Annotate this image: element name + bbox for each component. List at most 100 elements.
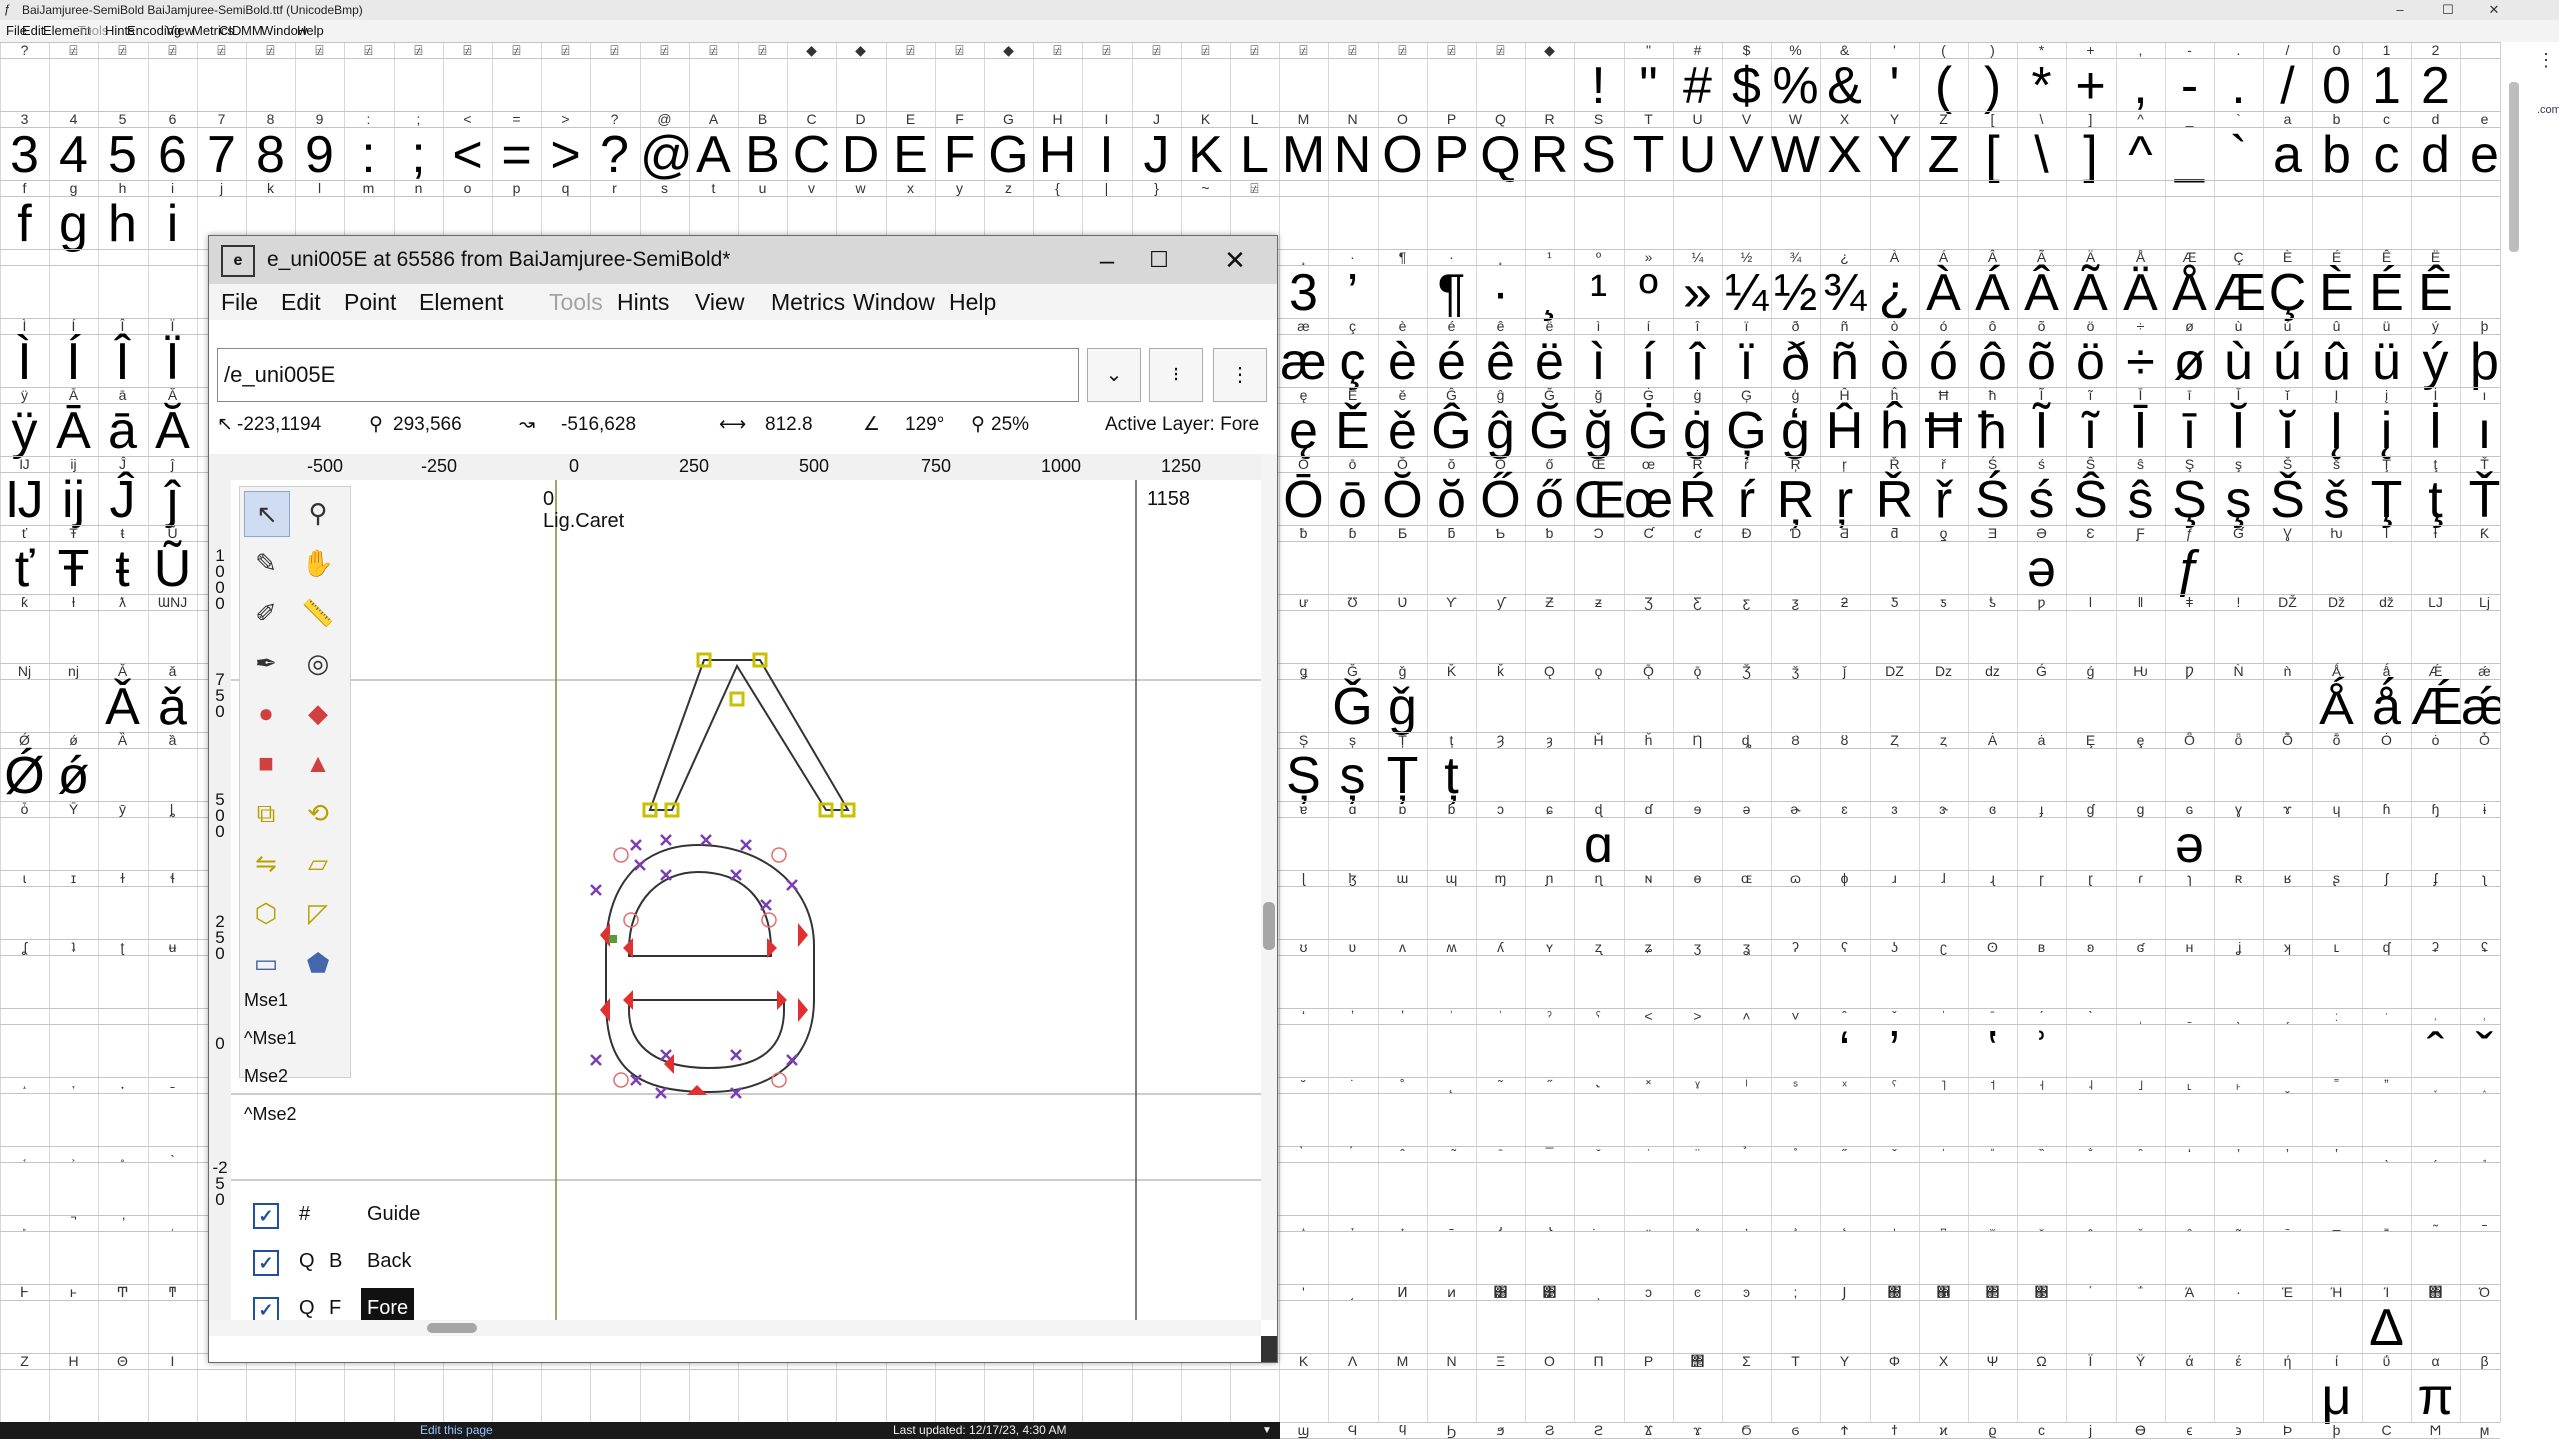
glyph-cell-label[interactable]: Ʋ bbox=[1378, 594, 1427, 610]
glyph-cell[interactable]: œ bbox=[1624, 470, 1673, 530]
glyph-cell-label[interactable]: ˝ bbox=[1525, 1077, 1574, 1093]
glyph-cell-label[interactable]: j bbox=[197, 180, 246, 196]
glyph-cell-label[interactable]: ̎ bbox=[1968, 1146, 2017, 1162]
glyph-cell-label[interactable]: ɗ bbox=[1624, 801, 1673, 817]
rectangle-tool-icon[interactable]: ▭ bbox=[244, 941, 288, 985]
glyph-cell[interactable]: Y bbox=[1870, 125, 1919, 185]
glyph-cell[interactable]: a bbox=[2263, 125, 2312, 185]
glyph-cell[interactable]: 4 bbox=[49, 125, 98, 185]
glyph-cell[interactable]: Δ bbox=[2362, 1298, 2411, 1358]
glyph-cell-label[interactable]: ͹ bbox=[1525, 1284, 1574, 1300]
glyph-cell-label[interactable]: Ϳ bbox=[1820, 1284, 1869, 1300]
glyph-cell-label[interactable]: ɚ bbox=[1771, 801, 1820, 817]
glyph-cell[interactable]: Ũ bbox=[148, 539, 197, 599]
glyph-cell-label[interactable]: ɯ bbox=[1378, 870, 1427, 886]
glyph-cell-label[interactable]: ƃ bbox=[1427, 525, 1476, 541]
glyph-cell[interactable]: ð bbox=[1771, 332, 1820, 392]
glyph-cell-label[interactable]: ̒ bbox=[2165, 1146, 2214, 1162]
glyph-cell[interactable]: Ī bbox=[2116, 401, 2165, 461]
glyph-cell-label[interactable]: ʙ bbox=[2017, 939, 2066, 955]
glyph-cell[interactable]: ú bbox=[2263, 332, 2312, 392]
glyph-cell-label[interactable]: ⍯ bbox=[492, 42, 541, 58]
glyph-cell-label[interactable]: ̤ bbox=[1624, 1215, 1673, 1231]
glyph-cell[interactable]: W bbox=[1771, 125, 1820, 185]
glyph-cell[interactable]: ţ bbox=[2411, 470, 2460, 530]
glyph-cell-label[interactable]: ⍯ bbox=[541, 42, 590, 58]
glyph-cell-label[interactable]: ⍯ bbox=[1082, 42, 1131, 58]
glyph-cell[interactable]: ʽ bbox=[1968, 1022, 2017, 1082]
glyph-cell-label[interactable]: ϶ bbox=[2214, 1422, 2263, 1438]
glyph-cell-label[interactable]: ǭ bbox=[1673, 663, 1722, 679]
glyph-cell-label[interactable]: ̖ bbox=[2362, 1146, 2411, 1162]
glyph-cell-label[interactable]: ȱ bbox=[0, 801, 49, 817]
glyph-cell[interactable]: ' bbox=[1870, 56, 1919, 116]
glyph-cell-label[interactable]: ʗ bbox=[1919, 939, 1968, 955]
glyph-cell-label[interactable]: ˋ bbox=[2066, 1008, 2115, 1024]
glyph-cell[interactable]: R bbox=[1525, 125, 1574, 185]
glyph-cell-label[interactable]: Ρ bbox=[1624, 1353, 1673, 1369]
glyph-cell[interactable]: Ģ bbox=[1722, 401, 1771, 461]
glyph-cell-label[interactable]: ʝ bbox=[2214, 939, 2263, 955]
glyph-cell-label[interactable]: ¶ bbox=[1378, 249, 1427, 265]
glyph-cell-label[interactable]: k bbox=[246, 180, 295, 196]
glyph-cell[interactable]: Ŕ bbox=[1673, 470, 1722, 530]
glyph-cell[interactable]: Ş bbox=[2165, 470, 2214, 530]
glyph-cell-label[interactable]: Έ bbox=[2263, 1284, 2312, 1300]
glyph-menu-metrics[interactable]: Metrics bbox=[771, 284, 845, 320]
canvas-vscroll-thumb[interactable] bbox=[1263, 902, 1275, 950]
glyph-cell-label[interactable]: Ƶ bbox=[1525, 594, 1574, 610]
glyph-cell-label[interactable]: ə bbox=[1722, 801, 1771, 817]
glyph-cell-label[interactable]: ˈ bbox=[1919, 1008, 1968, 1024]
glyph-cell-label[interactable]: ϳ bbox=[2066, 1422, 2115, 1438]
glyph-cell-label[interactable]: q bbox=[541, 180, 590, 196]
glyph-cell-label[interactable]: ɐ bbox=[1279, 801, 1328, 817]
resize-grip[interactable] bbox=[1261, 1336, 1277, 1362]
glyph-cell-label[interactable]: ʍ bbox=[1427, 939, 1476, 955]
glyph-cell-label[interactable]: ⍯ bbox=[1230, 42, 1279, 58]
glyph-cell-label[interactable]: ̅ bbox=[1525, 1146, 1574, 1162]
glyph-cell-label[interactable]: o bbox=[443, 180, 492, 196]
glyph-cell-label[interactable]: Ƞ bbox=[1673, 732, 1722, 748]
glyph-cell-label[interactable]: ˪ bbox=[2165, 1077, 2214, 1093]
glyph-cell[interactable]: û bbox=[2312, 332, 2361, 392]
glyph-cell-label[interactable]: ⍯ bbox=[640, 42, 689, 58]
glyph-cell-label[interactable]: n bbox=[394, 180, 443, 196]
glyph-cell[interactable]: F bbox=[935, 125, 984, 185]
glyph-cell-label[interactable]: ˥ bbox=[1919, 1077, 1968, 1093]
glyph-cell-label[interactable]: ǫ bbox=[1574, 663, 1623, 679]
glyph-cell-label[interactable]: Ǵ bbox=[2017, 663, 2066, 679]
glyph-cell-label[interactable]: Ά bbox=[2165, 1284, 2214, 1300]
glyph-cell-label[interactable]: ː bbox=[2312, 1008, 2361, 1024]
glyph-cell[interactable]: ! bbox=[1574, 56, 1623, 116]
glyph-cell-label[interactable]: ϣ bbox=[1279, 1422, 1328, 1438]
glyph-cell-label[interactable]: ΋ bbox=[2411, 1284, 2460, 1300]
glyph-cell[interactable]: ) bbox=[1968, 56, 2017, 116]
glyph-cell[interactable]: ¾ bbox=[1820, 263, 1869, 323]
glyph-cell[interactable]: ù bbox=[2214, 332, 2263, 392]
glyph-cell-label[interactable]: ͱ bbox=[49, 1284, 98, 1300]
glyph-cell[interactable]: ə bbox=[2017, 539, 2066, 599]
glyph-cell[interactable]: & bbox=[1820, 56, 1869, 116]
glyph-cell-label[interactable]: ⍯ bbox=[98, 42, 147, 58]
glyph-cell-label[interactable]: ˤ bbox=[1870, 1077, 1919, 1093]
glyph-cell[interactable]: ñ bbox=[1820, 332, 1869, 392]
glyph-cell-label[interactable]: ʟ bbox=[2312, 939, 2361, 955]
glyph-cell[interactable]: Ì bbox=[0, 332, 49, 392]
menu-tools[interactable]: Tools bbox=[78, 20, 108, 42]
glyph-cell-label[interactable]: ʈ bbox=[98, 939, 147, 955]
glyph-cell-label[interactable]: ̚ bbox=[49, 1215, 98, 1231]
glyph-cell-label[interactable]: Ɖ bbox=[1722, 525, 1771, 541]
glyph-window-title-bar[interactable]: e e_uni005E at 65586 from BaiJamjuree-Se… bbox=[209, 236, 1277, 284]
glyph-cell-label[interactable]: Ȝ bbox=[1476, 732, 1525, 748]
glyph-cell-label[interactable]: ƴ bbox=[1476, 594, 1525, 610]
glyph-cell[interactable]: ŧ bbox=[98, 539, 147, 599]
glyph-cell-label[interactable]: ɻ bbox=[1968, 870, 2017, 886]
glyph-cell-label[interactable]: Ȯ bbox=[2362, 732, 2411, 748]
glyph-cell-label[interactable]: ⍯ bbox=[1378, 42, 1427, 58]
glyph-cell-label[interactable]: Ȳ bbox=[49, 801, 98, 817]
glyph-cell-label[interactable]: ̋ bbox=[1820, 1146, 1869, 1162]
glyph-cell[interactable]: ʾ bbox=[2017, 1022, 2066, 1082]
glyph-cell[interactable]: f bbox=[0, 194, 49, 254]
glyph-cell[interactable]: Ĩ bbox=[2017, 401, 2066, 461]
glyph-cell[interactable]: ř bbox=[1919, 470, 1968, 530]
